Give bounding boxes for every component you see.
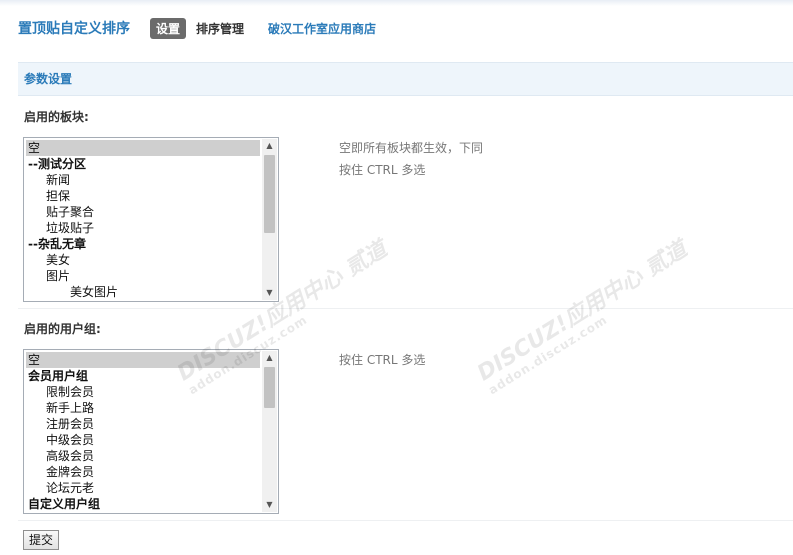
forums-option[interactable]: 空 — [26, 140, 260, 156]
watermark-mark: 贰道 — [341, 236, 392, 282]
tab-settings[interactable]: 设置 — [150, 17, 187, 39]
groups-option[interactable]: 自定义用户组 — [26, 496, 260, 511]
groups-option[interactable]: 注册会员 — [26, 416, 260, 432]
groups-scrollbar[interactable]: ▲ ▼ — [262, 351, 277, 512]
forums-hint: 空即所有板块都生效，下同 按住 CTRL 多选 — [339, 137, 483, 181]
divider — [18, 308, 793, 309]
scroll-down-icon[interactable]: ▼ — [262, 286, 277, 300]
forums-option[interactable]: 图片 — [26, 268, 260, 284]
groups-option[interactable]: 中级会员 — [26, 432, 260, 448]
forums-option[interactable]: 担保 — [26, 188, 260, 204]
forums-option[interactable]: 新闻 — [26, 172, 260, 188]
scroll-up-icon[interactable]: ▲ — [262, 139, 277, 153]
forums-option[interactable]: 美女图片 — [26, 284, 260, 299]
forums-option[interactable]: --杂乱无章 — [26, 236, 260, 252]
groups-multiselect[interactable]: 空会员用户组 限制会员 新手上路 注册会员 中级会员 高级会员 金牌会员 论坛元老 自定义用户组… — [23, 349, 279, 514]
page-header: 置顶贴自定义排序 设置 排序管理 破汉工作室应用商店 — [18, 16, 376, 40]
scroll-thumb[interactable] — [264, 155, 275, 233]
page-title: 置顶贴自定义排序 — [18, 21, 130, 37]
forums-option[interactable]: 贴子聚合 — [26, 204, 260, 220]
scroll-up-icon[interactable]: ▲ — [262, 351, 277, 365]
forums-multiselect[interactable]: 空 --测试分区 新闻 担保 贴子聚合 垃圾贴子 --杂乱无章 美女 图片 美女图片 ▲ ▼ — [23, 137, 279, 302]
forums-hint-line: 空即所有板块都生效，下同 — [339, 141, 484, 155]
groups-option[interactable]: 论坛元老 — [26, 480, 260, 496]
watermark-site: addon.discuz.com — [485, 312, 610, 398]
groups-hint: 按住 CTRL 多选 — [339, 349, 425, 371]
groups-label: 启用的用户组: — [24, 322, 101, 336]
forums-option[interactable]: 垃圾贴子 — [26, 220, 260, 236]
watermark: DISCUZ!应用中心 贰道 addon.discuz.com — [470, 222, 706, 397]
scroll-thumb[interactable] — [264, 367, 275, 408]
tab-sort-management[interactable]: 排序管理 — [196, 20, 244, 37]
groups-hint-line: 按住 CTRL 多选 — [339, 353, 426, 367]
scroll-down-icon[interactable]: ▼ — [262, 498, 277, 512]
groups-option[interactable]: 会员用户组 — [26, 368, 260, 384]
divider — [18, 520, 793, 521]
app-store-link[interactable]: 破汉工作室应用商店 — [268, 20, 376, 37]
groups-option[interactable]: 新手上路 — [26, 400, 260, 416]
groups-option[interactable]: 限制会员 — [26, 384, 260, 400]
groups-option[interactable]: 金牌会员 — [26, 464, 260, 480]
groups-options: 空会员用户组 限制会员 新手上路 注册会员 中级会员 高级会员 金牌会员 论坛元老 自定义用户组 — [26, 352, 260, 511]
forums-hint-line: 按住 CTRL 多选 — [339, 163, 426, 177]
watermark-mark: 贰道 — [641, 236, 692, 282]
forums-label: 启用的板块: — [24, 110, 89, 124]
forums-option[interactable]: --测试分区 — [26, 156, 260, 172]
groups-option[interactable]: 高级会员 — [26, 448, 260, 464]
forums-options: 空 --测试分区 新闻 担保 贴子聚合 垃圾贴子 --杂乱无章 美女 图片 美女图片 — [26, 140, 260, 299]
groups-option[interactable]: 空 — [26, 352, 260, 368]
forums-option[interactable]: 美女 — [26, 252, 260, 268]
watermark-brand: DISCUZ!应用中心 — [473, 264, 648, 387]
section-header: 参数设置 — [18, 62, 793, 96]
forums-scrollbar[interactable]: ▲ ▼ — [262, 139, 277, 300]
submit-button[interactable]: 提交 — [23, 530, 59, 550]
top-gradient-bar — [0, 0, 793, 6]
